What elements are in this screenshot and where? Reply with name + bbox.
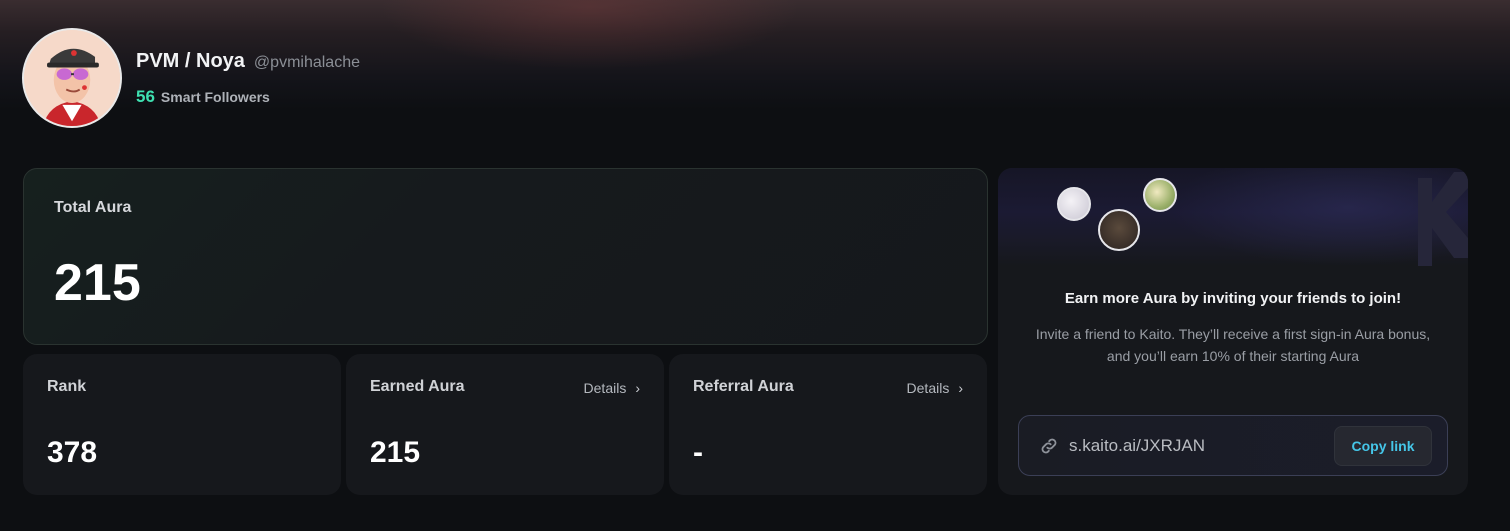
rank-label: Rank: [47, 378, 87, 395]
name-row: PVM / Noya @pvmihalache: [136, 50, 360, 73]
referral-aura-details-link[interactable]: Details ›: [907, 380, 963, 396]
friend-avatar: [1057, 187, 1091, 221]
invite-banner: [998, 168, 1468, 266]
avatar[interactable]: [22, 28, 122, 128]
smart-followers: 56 Smart Followers: [136, 87, 360, 107]
handle[interactable]: @pvmihalache: [254, 54, 360, 72]
aura-page: PVM / Noya @pvmihalache 56 Smart Followe…: [0, 0, 1510, 531]
smart-followers-count: 56: [136, 86, 155, 106]
referral-link-box: s.kaito.ai/JXRJAN Copy link: [1018, 415, 1448, 476]
earned-aura-details-link[interactable]: Details ›: [584, 380, 640, 396]
invite-card: Earn more Aura by inviting your friends …: [998, 168, 1468, 495]
copy-link-button[interactable]: Copy link: [1334, 426, 1432, 466]
referral-aura-details-label: Details: [906, 380, 950, 396]
link-icon: [1041, 438, 1057, 454]
profile-info: PVM / Noya @pvmihalache 56 Smart Followe…: [136, 50, 360, 107]
referral-aura-value: -: [693, 436, 703, 469]
referral-aura-card: Referral Aura Details › -: [669, 354, 987, 495]
invite-title: Earn more Aura by inviting your friends …: [1064, 290, 1402, 307]
kaito-logo-icon: [1418, 172, 1468, 266]
friend-avatar: [1098, 209, 1140, 251]
smart-followers-label: Smart Followers: [160, 88, 270, 105]
referral-aura-label: Referral Aura: [693, 378, 794, 395]
profile-header: PVM / Noya @pvmihalache 56 Smart Followe…: [22, 28, 360, 128]
earned-aura-label: Earned Aura: [370, 378, 465, 395]
invite-description: Invite a friend to Kaito. They’ll receiv…: [1035, 326, 1431, 364]
total-aura-value: 215: [54, 254, 141, 312]
friend-avatar: [1143, 178, 1177, 212]
chevron-right-icon: ›: [958, 380, 963, 396]
referral-link-text[interactable]: s.kaito.ai/JXRJAN: [1069, 436, 1205, 456]
avatar-illustration: [24, 30, 120, 126]
earned-aura-card: Earned Aura Details › 215: [346, 354, 664, 495]
total-aura-label: Total Aura: [54, 199, 132, 216]
rank-card: Rank 378: [23, 354, 341, 495]
display-name: PVM / Noya: [136, 49, 245, 72]
earned-aura-details-label: Details: [583, 380, 627, 396]
chevron-right-icon: ›: [635, 380, 640, 396]
earned-aura-value: 215: [370, 436, 421, 469]
total-aura-card: Total Aura 215: [23, 168, 988, 345]
rank-value: 378: [47, 436, 98, 469]
